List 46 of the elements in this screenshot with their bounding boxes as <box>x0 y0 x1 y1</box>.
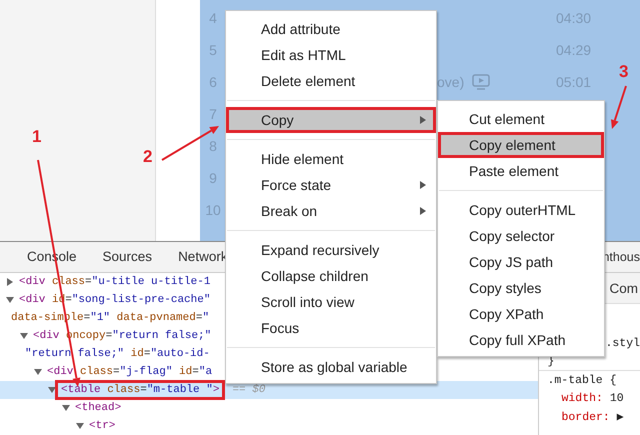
menu-item[interactable]: Hide element <box>226 146 436 172</box>
collapsed-arrow-icon[interactable] <box>6 278 14 286</box>
annotation-arrow <box>610 86 627 129</box>
expanded-arrow-icon[interactable] <box>34 368 42 376</box>
menu-item[interactable]: Copy styles <box>438 275 604 301</box>
annotation-number: 2 <box>143 147 152 167</box>
selected-tree-row[interactable]: <table class="m-table "> == $0 <box>0 381 538 399</box>
menu-item[interactable]: Delete element <box>226 68 436 94</box>
style-selector: .styl <box>605 336 640 350</box>
annotation-arrow <box>161 126 219 161</box>
menu-item[interactable]: Paste element <box>438 158 604 184</box>
menu-item[interactable]: Store as global variable <box>226 354 436 380</box>
code-line: <thead> <box>74 401 122 415</box>
styles-tab[interactable]: Com <box>609 280 638 296</box>
menu-item[interactable]: Copy element <box>438 132 604 158</box>
code-line: <tr> <box>88 419 116 433</box>
expanded-arrow-icon[interactable] <box>48 386 56 394</box>
expanded-arrow-icon[interactable] <box>62 404 70 412</box>
menu-item[interactable]: Copy <box>226 107 436 133</box>
code-line: "return false;" id="auto-id- <box>24 347 211 361</box>
menu-item[interactable]: Cut element <box>438 106 604 132</box>
style-property: width: 10 <box>561 392 624 404</box>
menu-item[interactable]: Copy XPath <box>438 301 604 327</box>
code-line: <div class="j-flag" id="a <box>46 365 214 379</box>
menu-item[interactable]: Edit as HTML <box>226 42 436 68</box>
menu-item[interactable]: Copy outerHTML <box>438 197 604 223</box>
style-property: border: ▶ <box>561 410 624 424</box>
expanded-arrow-icon[interactable] <box>6 296 14 304</box>
menu-item[interactable]: Copy JS path <box>438 249 604 275</box>
menu-item[interactable]: Break on <box>226 198 436 224</box>
menu-item[interactable]: Scroll into view <box>226 289 436 315</box>
menu-item[interactable]: Expand recursively <box>226 237 436 263</box>
style-selector: .m-table { <box>547 374 616 386</box>
menu-item[interactable]: Focus <box>226 315 436 341</box>
menu-item[interactable]: Copy full XPath <box>438 327 604 353</box>
menu-item[interactable]: Force state <box>226 172 436 198</box>
expanded-arrow-icon[interactable] <box>20 332 28 340</box>
code-line: <table class="m-table "> <box>58 383 222 397</box>
selected-marker: == $0 <box>232 384 266 396</box>
expanded-arrow-icon[interactable] <box>76 422 84 430</box>
menu-item[interactable]: Collapse children <box>226 263 436 289</box>
menu-item[interactable]: Copy selector <box>438 223 604 249</box>
annotation-number: 1 <box>32 127 42 147</box>
annotation-number: 3 <box>619 62 628 82</box>
devtools-tab[interactable]: Sources <box>100 242 160 272</box>
menu-item[interactable]: Add attribute <box>226 16 436 42</box>
